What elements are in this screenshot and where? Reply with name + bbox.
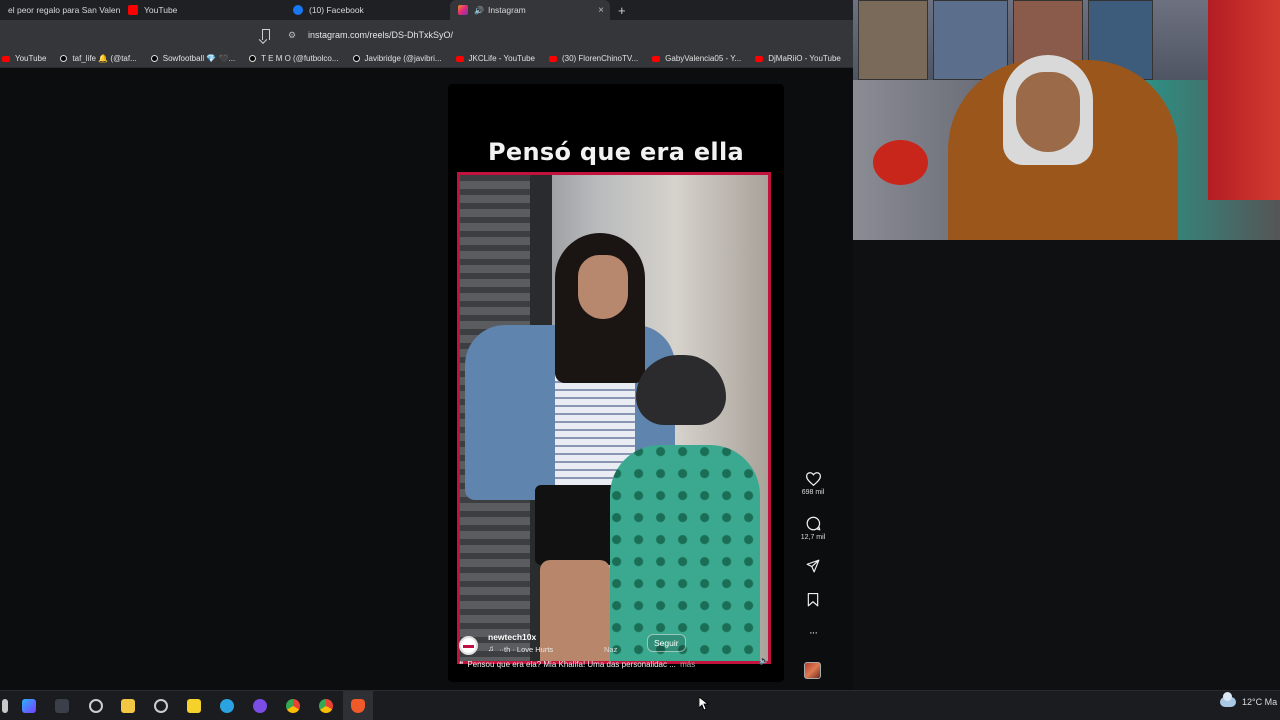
tiktok-icon	[352, 55, 360, 62]
mouse-cursor-icon	[699, 697, 709, 711]
follow-button[interactable]: Seguir	[647, 634, 686, 652]
youtube-icon	[2, 55, 10, 62]
address-bar-row: ⚙ instagram.com/reels/DS-DhTxkSyO/	[0, 20, 853, 50]
share-button[interactable]	[796, 559, 830, 573]
terminal-icon[interactable]	[55, 699, 69, 713]
discord-icon[interactable]	[253, 699, 267, 713]
youtube-icon	[548, 55, 557, 62]
jersey	[1208, 0, 1280, 200]
bookmark-item[interactable]: T E M O (@futbolco...	[249, 54, 339, 63]
music-note-icon: ♫	[488, 644, 494, 653]
partial-icon[interactable]	[2, 699, 8, 713]
reel-caption[interactable]: ❝ Pensou que era ela? Mia Khalifa! Uma da…	[459, 660, 759, 669]
boy-cap	[636, 355, 726, 425]
heart-icon	[805, 472, 821, 486]
streamer-face	[1016, 72, 1080, 152]
tab-valentine[interactable]: el peor regalo para San Valen	[0, 0, 120, 20]
like-count: 698 mil	[801, 489, 825, 496]
temperature: 12°C	[1242, 697, 1263, 707]
send-icon	[806, 559, 820, 573]
cloud-icon	[1220, 692, 1236, 707]
avatar[interactable]	[459, 636, 478, 655]
tab-title: Instagram	[487, 5, 526, 15]
webcam-overlay	[853, 0, 1280, 240]
bookmark-item[interactable]: YouTube	[2, 54, 46, 63]
reel-title-text: Pensó que era ella	[488, 138, 744, 166]
sticky-notes-icon[interactable]	[187, 699, 201, 713]
caption-text: Pensou que era ela? Mia Khalifa! Uma das…	[467, 660, 676, 669]
bookmark-item[interactable]: Javibridge (@javibri...	[352, 54, 442, 63]
tab-title: el peor regalo para San Valen	[8, 5, 120, 15]
bookmark-icon	[807, 593, 819, 607]
screen: el peor regalo para San Valen YouTube (1…	[0, 0, 1280, 720]
taskbar: 12°C Ma	[0, 690, 1280, 720]
site-info-icon[interactable]: ⚙	[288, 30, 296, 41]
comment-count: 12,7 mil	[800, 534, 826, 541]
comment-icon	[806, 516, 820, 531]
browser-tab-bar: el peor regalo para San Valen YouTube (1…	[0, 0, 853, 20]
new-tab-button[interactable]: +	[610, 3, 634, 18]
bookmark-item[interactable]: taf_life 🔔 (@taf...	[60, 54, 137, 63]
bookmark-item[interactable]: JKCLife - YouTube	[455, 54, 535, 63]
youtube-icon	[128, 5, 138, 15]
like-button[interactable]: 698 mil	[796, 472, 830, 496]
folder-icon[interactable]	[121, 699, 135, 713]
poster	[858, 0, 928, 80]
weather-widget[interactable]: 12°C Ma	[1220, 692, 1278, 707]
username[interactable]: newtech10x	[488, 632, 536, 642]
instagram-icon	[458, 5, 468, 15]
tab-instagram[interactable]: 🔊 Instagram ×	[450, 0, 610, 20]
tab-youtube[interactable]: YouTube	[120, 0, 285, 20]
tiktok-icon	[150, 55, 158, 62]
bookmark-page-icon[interactable]	[262, 29, 270, 40]
close-tab-icon[interactable]: ×	[598, 5, 604, 16]
quote-icon: ❝	[459, 660, 464, 669]
telegram-icon[interactable]	[220, 699, 234, 713]
tab-title: (10) Facebook	[309, 5, 364, 15]
weather-extra: Ma	[1264, 697, 1278, 707]
speaker-icon: 🔊	[474, 5, 484, 15]
tab-title: YouTube	[144, 5, 178, 15]
audio-track-extra: Naz	[604, 645, 618, 654]
more-options-button[interactable]: ···	[796, 627, 830, 639]
reel-author: newtech10x ♫ ··th · Love Hurts Naz Segui…	[459, 632, 759, 658]
chrome-icon[interactable]	[319, 699, 333, 713]
obs-icon[interactable]	[89, 699, 103, 713]
tab-facebook[interactable]: (10) Facebook	[285, 0, 450, 20]
audio-track[interactable]: ··th · Love Hurts	[499, 645, 553, 654]
tiktok-icon	[249, 55, 257, 62]
brave-icon[interactable]	[351, 699, 365, 713]
youtube-icon	[652, 55, 661, 62]
speedtest-icon[interactable]	[154, 699, 168, 713]
audio-thumbnail[interactable]	[804, 662, 821, 679]
bookmark-item[interactable]: (30) FlorenChinoTV...	[548, 54, 638, 63]
girl-face	[578, 255, 628, 319]
bookmarks-bar: YouTube taf_life 🔔 (@taf... Sowfootball …	[0, 50, 853, 68]
comment-button[interactable]: 12,7 mil	[796, 516, 830, 541]
more-link[interactable]: más	[680, 660, 695, 669]
poster	[933, 0, 1008, 80]
url-field[interactable]: instagram.com/reels/DS-DhTxkSyO/	[308, 30, 453, 40]
reel-video[interactable]: Pensó que era ella newtech10x ♫ ··th · L…	[448, 84, 784, 682]
mute-icon[interactable]: 🔈	[759, 656, 769, 665]
youtube-icon	[455, 55, 464, 62]
bookmark-item[interactable]: DjMaRiiO - YouTube	[755, 54, 841, 63]
chrome-icon[interactable]	[286, 699, 300, 713]
youtube-icon	[755, 55, 764, 62]
facebook-icon	[293, 5, 303, 15]
bookmark-item[interactable]: Sowfootball 💎 🖤...	[150, 54, 235, 63]
tiktok-icon	[60, 55, 68, 62]
video-frame[interactable]	[457, 172, 771, 664]
copilot-icon[interactable]	[22, 699, 36, 713]
bookmark-item[interactable]: GabyValencia05 - Y...	[652, 54, 741, 63]
red-object	[873, 140, 928, 185]
save-button[interactable]	[796, 593, 830, 607]
